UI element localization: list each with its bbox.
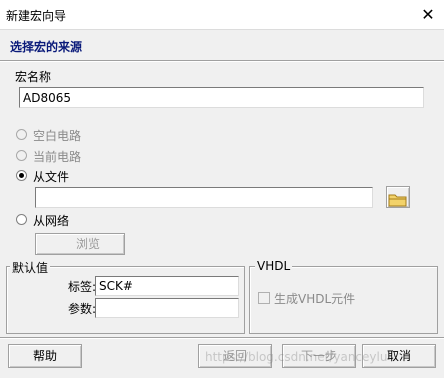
radio-from-network[interactable] — [16, 214, 27, 225]
param-label: 参数: — [68, 302, 97, 316]
radio-blank-circuit-label: 空白电路 — [33, 129, 82, 143]
param-input[interactable] — [95, 298, 239, 318]
radio-from-file-label: 从文件 — [33, 170, 70, 184]
open-folder-button[interactable] — [386, 186, 410, 208]
file-path-input[interactable] — [35, 187, 373, 208]
radio-current-circuit — [16, 150, 27, 161]
tag-label: 标签: — [68, 280, 97, 294]
vhdl-group-label: VHDL — [255, 259, 293, 273]
radio-blank-circuit — [16, 129, 27, 140]
generate-vhdl-label: 生成VHDL元件 — [274, 292, 356, 306]
back-button: 返回 — [198, 344, 272, 368]
radio-current-circuit-label: 当前电路 — [33, 150, 82, 164]
tag-input[interactable] — [95, 276, 239, 296]
title-bar — [0, 0, 444, 30]
browse-button: 浏览 — [35, 233, 125, 255]
radio-from-network-label: 从网络 — [33, 214, 70, 228]
footer-separator — [0, 337, 444, 339]
generate-vhdl-checkbox — [258, 292, 270, 304]
next-button: 下一步 — [282, 344, 356, 368]
browse-button-label: 浏览 — [75, 237, 100, 251]
macro-name-label: 宏名称 — [15, 70, 52, 84]
cancel-button[interactable]: 取消 — [362, 344, 436, 368]
help-button[interactable]: 帮助 — [8, 344, 82, 368]
defaults-group-label: 默认值 — [10, 259, 51, 276]
section-title: 选择宏的来源 — [10, 40, 83, 54]
folder-icon — [388, 194, 407, 207]
window-title: 新建宏向导 — [6, 9, 67, 23]
radio-from-file[interactable] — [16, 170, 27, 181]
header-separator — [0, 60, 444, 62]
close-icon[interactable]: ✕ — [416, 5, 440, 25]
macro-name-input[interactable] — [19, 87, 424, 108]
